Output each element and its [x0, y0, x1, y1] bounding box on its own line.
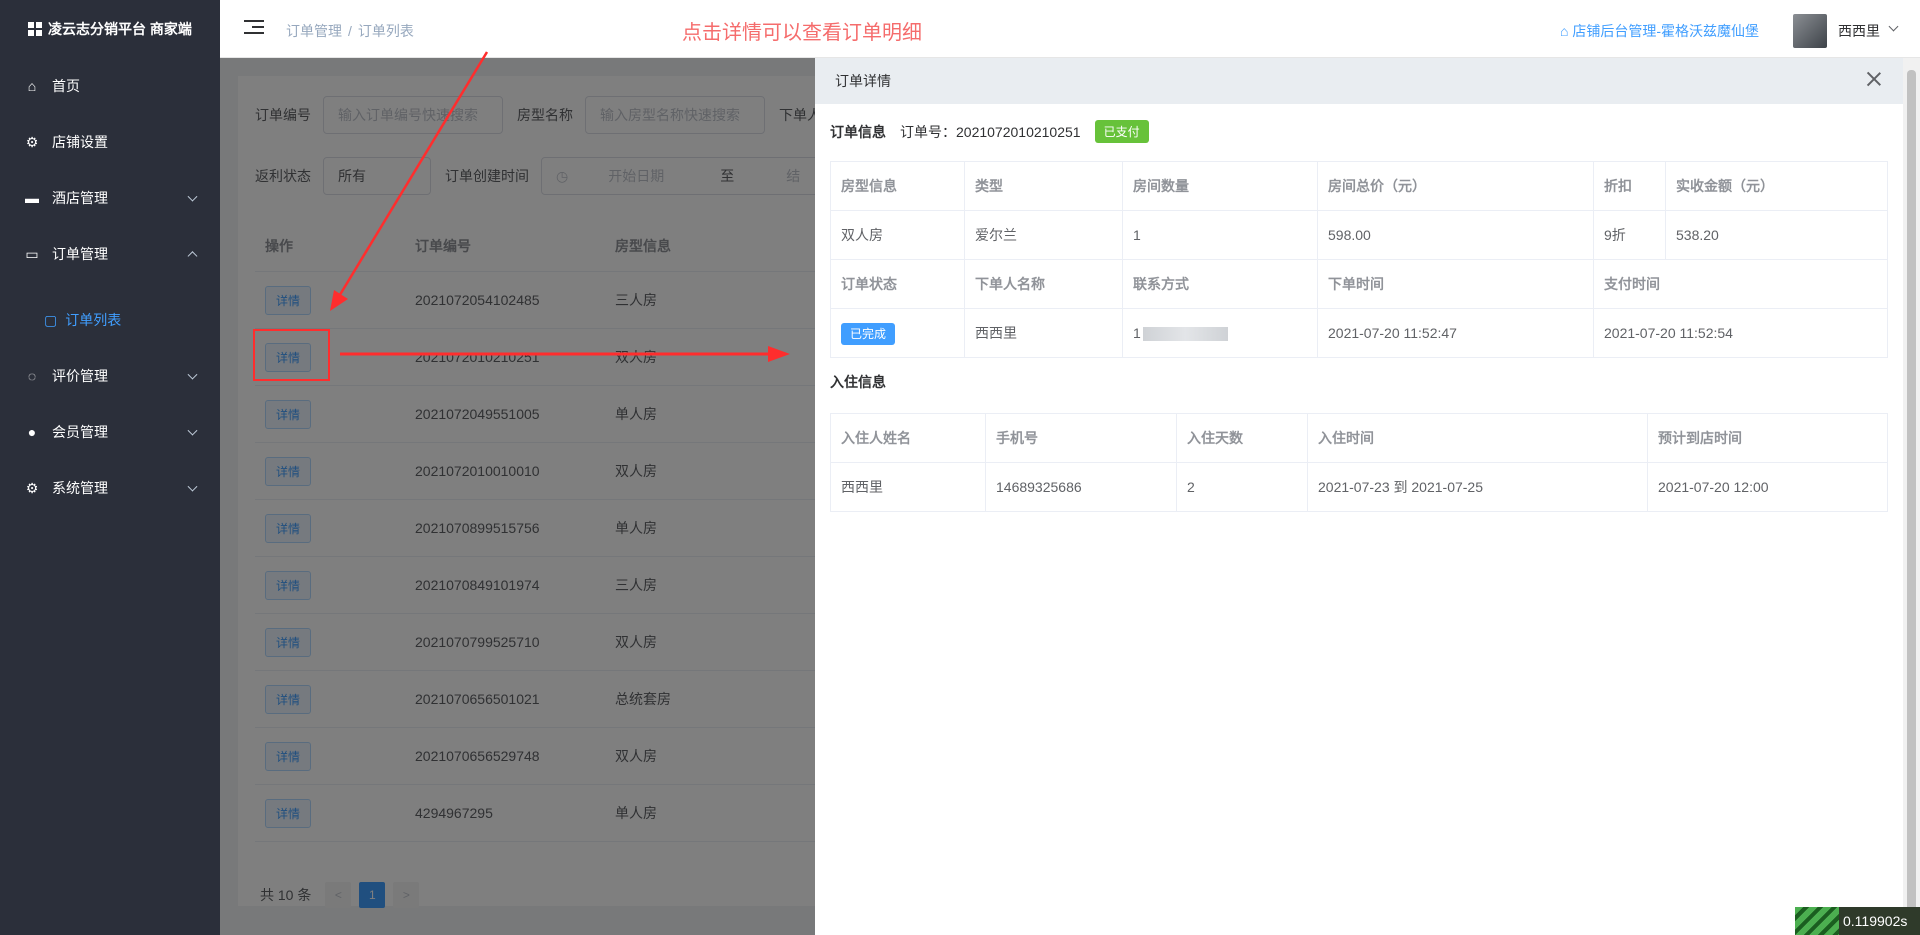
table-cell: 1	[1122, 308, 1318, 358]
paid-badge: 已支付	[1094, 120, 1149, 143]
table-cell: 2021-07-20 11:52:47	[1317, 308, 1594, 358]
table-cell: 2	[1176, 462, 1308, 512]
table-cell: 折扣	[1593, 161, 1666, 211]
table-cell: 实收金额（元）	[1665, 161, 1888, 211]
table-cell: 9折	[1593, 210, 1666, 260]
table-cell: 1	[1122, 210, 1318, 260]
table-cell: 2021-07-23 到 2021-07-25	[1307, 462, 1648, 512]
table-cell: 入住人姓名	[830, 413, 986, 463]
table-cell: 支付时间	[1593, 259, 1888, 309]
timing-badge: 0.119902s	[1795, 907, 1920, 935]
checkin-info-header: 入住信息	[830, 372, 900, 392]
table-cell: 订单状态	[830, 259, 965, 309]
table-cell: 已完成	[830, 308, 965, 358]
checkin-info-label: 入住信息	[830, 374, 886, 390]
table-cell: 双人房	[830, 210, 965, 260]
status-badge: 已完成	[841, 322, 896, 345]
order-info-table: 房型信息 类型 房间数量 房间总价（元） 折扣 实收金额（元） 双人房 爱尔兰 …	[830, 161, 1888, 358]
scrollbar-thumb[interactable]	[1907, 70, 1916, 920]
order-detail-drawer: 订单详情 订单信息 订单号：2021072010210251 已支付 房型信息 …	[815, 58, 1903, 935]
table-cell: 爱尔兰	[964, 210, 1123, 260]
table-cell: 2021-07-20 11:52:54	[1593, 308, 1888, 358]
order-no-text: 订单号：2021072010210251	[900, 123, 1081, 140]
table-cell: 下单时间	[1317, 259, 1594, 309]
table-cell: 房间总价（元）	[1317, 161, 1594, 211]
table-cell: 预计到店时间	[1647, 413, 1888, 463]
table-cell: 下单人名称	[964, 259, 1123, 309]
table-cell: 西西里	[964, 308, 1123, 358]
table-cell: 房型信息	[830, 161, 965, 211]
drawer-title: 订单详情	[815, 58, 1903, 104]
app-root: 凌云志分销平台 商家端 ⌂ 首页 ⚙ 店铺设置 ▬ 酒店管理 ▭ 订单管理 ▢ …	[0, 0, 1920, 935]
order-info-header: 订单信息 订单号：2021072010210251 已支付	[830, 120, 1149, 143]
table-cell: 房间数量	[1122, 161, 1318, 211]
table-cell: 类型	[964, 161, 1123, 211]
table-cell: 14689325686	[985, 462, 1177, 512]
timing-value: 0.119902s	[1843, 913, 1908, 929]
order-info-label: 订单信息	[830, 123, 886, 140]
table-cell: 西西里	[830, 462, 986, 512]
contact-value: 1	[1133, 324, 1141, 341]
table-cell: 2021-07-20 12:00	[1647, 462, 1888, 512]
table-cell: 入住天数	[1176, 413, 1308, 463]
checkin-info-table: 入住人姓名 手机号 入住天数 入住时间 预计到店时间 西西里 146893256…	[830, 413, 1888, 512]
table-cell: 手机号	[985, 413, 1177, 463]
table-cell: 598.00	[1317, 210, 1594, 260]
table-cell: 入住时间	[1307, 413, 1648, 463]
drawer-scrollbar[interactable]	[1903, 58, 1920, 935]
timing-icon	[1795, 907, 1839, 935]
redacted-contact	[1142, 327, 1228, 342]
close-icon[interactable]	[1865, 70, 1883, 88]
table-cell: 联系方式	[1122, 259, 1318, 309]
table-cell: 538.20	[1665, 210, 1888, 260]
